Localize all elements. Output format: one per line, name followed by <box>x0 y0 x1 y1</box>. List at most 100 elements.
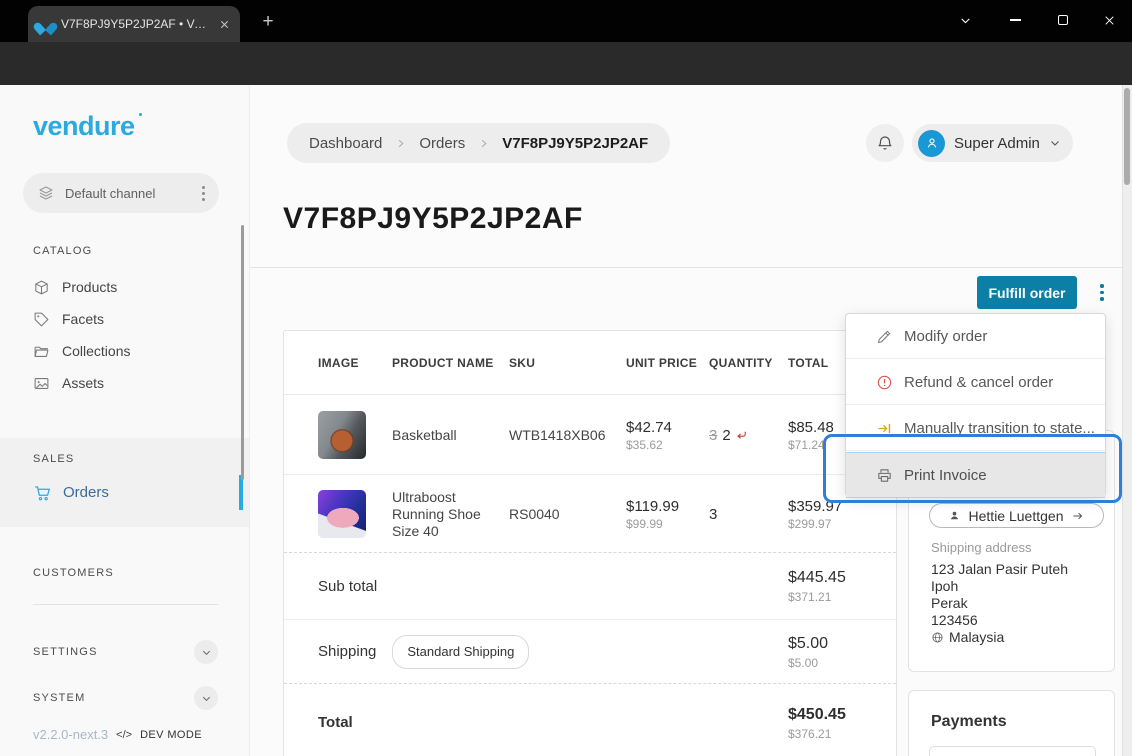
user-avatar <box>918 130 945 157</box>
menu-item-print-invoice[interactable]: Print Invoice <box>846 452 1105 497</box>
sidebar-item-collections[interactable]: Collections <box>0 335 240 367</box>
quantity-new: 2 <box>722 427 730 444</box>
menu-item-refund-cancel-order[interactable]: Refund & cancel order <box>846 360 1105 405</box>
page-title: V7F8PJ9Y5P2JP2AF <box>283 202 583 236</box>
subtotal-label: Sub total <box>318 576 388 598</box>
sidebar-item-orders[interactable]: Orders <box>0 475 240 510</box>
quantity-old: 3 <box>709 427 717 444</box>
section-customers[interactable]: CUSTOMERS <box>33 567 114 579</box>
section-catalog: CATALOG <box>33 245 92 257</box>
breadcrumb-orders[interactable]: Orders <box>419 135 465 152</box>
payments-card: Payments <box>908 690 1115 756</box>
chevron-down-icon <box>1049 137 1061 149</box>
breadcrumb-dashboard[interactable]: Dashboard <box>309 135 382 152</box>
product-thumbnail-basketball[interactable] <box>318 411 366 459</box>
chevron-down-icon[interactable] <box>194 686 218 710</box>
chevron-down-icon[interactable] <box>194 640 218 664</box>
channel-menu-icon[interactable] <box>202 186 205 201</box>
person-icon <box>948 509 961 522</box>
shipping-address: 123 Jalan Pasir Puteh Ipoh Perak 123456 … <box>931 561 1068 646</box>
printer-icon <box>876 467 893 484</box>
sidebar-group-system[interactable]: SYSTEM <box>33 686 218 710</box>
sidebar: vendure Default channel CATALOG Products… <box>0 85 250 756</box>
address-city: Ipoh <box>931 578 1068 595</box>
window-close-button[interactable] <box>1086 0 1132 40</box>
tab-search-chevron-icon[interactable] <box>942 0 988 40</box>
menu-item-manually-transition[interactable]: Manually transition to state... <box>846 406 1105 451</box>
payments-title: Payments <box>931 713 1007 731</box>
chevron-right-icon <box>395 138 406 149</box>
folder-icon <box>33 343 50 360</box>
col-unit-price: UNIT PRICE <box>626 356 709 370</box>
section-sales: SALES <box>33 453 74 465</box>
subtotal-amount: $445.45 $371.21 <box>788 569 898 604</box>
image-icon <box>33 375 50 392</box>
page-scrollbar-track[interactable] <box>1122 85 1132 756</box>
address-province: Perak <box>931 595 1068 612</box>
active-item-indicator <box>239 475 243 510</box>
user-name: Super Admin <box>954 135 1040 152</box>
product-name[interactable]: Ultraboost Running Shoe Size 40 <box>392 489 509 540</box>
payment-detail-box <box>929 746 1096 756</box>
shipping-row: Shipping Standard Shipping $5.00 $5.00 <box>284 621 896 684</box>
version-info: v2.2.0-next.3 </> DEV MODE <box>33 727 233 742</box>
sidebar-item-facets[interactable]: Facets <box>0 303 240 335</box>
transition-arrow-icon <box>876 420 893 437</box>
bell-icon <box>876 134 894 152</box>
main-content: Dashboard Orders V7F8PJ9Y5P2JP2AF Super … <box>250 85 1132 756</box>
code-icon: </> <box>116 729 132 741</box>
channel-switcher[interactable]: Default channel <box>23 173 219 213</box>
breadcrumb: Dashboard Orders V7F8PJ9Y5P2JP2AF <box>287 123 670 163</box>
table-row: Basketball WTB1418XB06 $42.74 $35.62 3 2… <box>284 396 896 475</box>
shipping-address-label: Shipping address <box>931 540 1031 555</box>
table-header-row: IMAGE PRODUCT NAME SKU UNIT PRICE QUANTI… <box>284 331 896 395</box>
product-thumbnail-shoe[interactable] <box>318 490 366 538</box>
total-row: Total $450.45 $376.21 <box>284 685 896 756</box>
globe-icon <box>931 631 944 644</box>
breadcrumb-current: V7F8PJ9Y5P2JP2AF <box>502 135 648 152</box>
channel-name: Default channel <box>65 186 192 201</box>
total-amount: $450.45 $376.21 <box>788 706 898 741</box>
table-row: Ultraboost Running Shoe Size 40 RS0040 $… <box>284 476 896 553</box>
subtotal-row: Sub total $445.45 $371.21 <box>284 554 896 620</box>
person-icon <box>924 135 940 151</box>
page-scrollbar-thumb[interactable] <box>1124 88 1130 185</box>
window-minimize-button[interactable] <box>992 0 1038 40</box>
quantity-cell: 3 2 <box>709 427 788 444</box>
line-total: $359.97 $299.97 <box>788 498 898 531</box>
browser-titlebar: V7F8PJ9Y5P2JP2AF • Vendure + <box>0 0 1132 42</box>
new-tab-button[interactable]: + <box>254 8 282 36</box>
total-label: Total <box>318 712 388 734</box>
quantity-return-icon <box>734 428 749 443</box>
col-product-name: PRODUCT NAME <box>392 356 509 370</box>
shipping-label: Shipping Standard Shipping <box>318 635 626 669</box>
order-actions-menu: Modify order Refund & cancel order Manua… <box>845 313 1106 497</box>
cart-icon <box>33 484 51 502</box>
product-name[interactable]: Basketball <box>392 427 509 444</box>
tab-close-icon[interactable] <box>219 19 230 30</box>
sidebar-group-settings[interactable]: SETTINGS <box>33 640 218 664</box>
browser-tab[interactable]: V7F8PJ9Y5P2JP2AF • Vendure <box>28 6 240 42</box>
vendure-admin-app: vendure Default channel CATALOG Products… <box>0 85 1132 756</box>
window-maximize-button[interactable] <box>1040 0 1086 40</box>
pencil-icon <box>876 328 893 345</box>
tab-title: V7F8PJ9Y5P2JP2AF • Vendure <box>61 17 211 31</box>
tag-icon <box>33 311 50 328</box>
sidebar-item-assets[interactable]: Assets <box>0 367 240 399</box>
sidebar-item-products[interactable]: Products <box>0 271 240 303</box>
sidebar-scrollbar[interactable] <box>241 225 244 480</box>
shipping-amount: $5.00 $5.00 <box>788 635 898 670</box>
unit-price: $119.99 $99.99 <box>626 498 709 531</box>
unit-price: $42.74 $35.62 <box>626 419 709 452</box>
order-actions-kebab[interactable] <box>1090 276 1114 309</box>
col-quantity: QUANTITY <box>709 356 788 370</box>
product-sku: WTB1418XB06 <box>509 427 626 443</box>
fulfill-order-button[interactable]: Fulfill order <box>977 276 1077 309</box>
notifications-button[interactable] <box>866 124 904 162</box>
box-icon <box>33 279 50 296</box>
customer-link[interactable]: Hettie Luettgen <box>929 503 1104 528</box>
product-sku: RS0040 <box>509 506 626 522</box>
menu-item-modify-order[interactable]: Modify order <box>846 314 1105 359</box>
vendure-logo[interactable]: vendure <box>33 111 135 142</box>
user-menu[interactable]: Super Admin <box>912 124 1073 162</box>
